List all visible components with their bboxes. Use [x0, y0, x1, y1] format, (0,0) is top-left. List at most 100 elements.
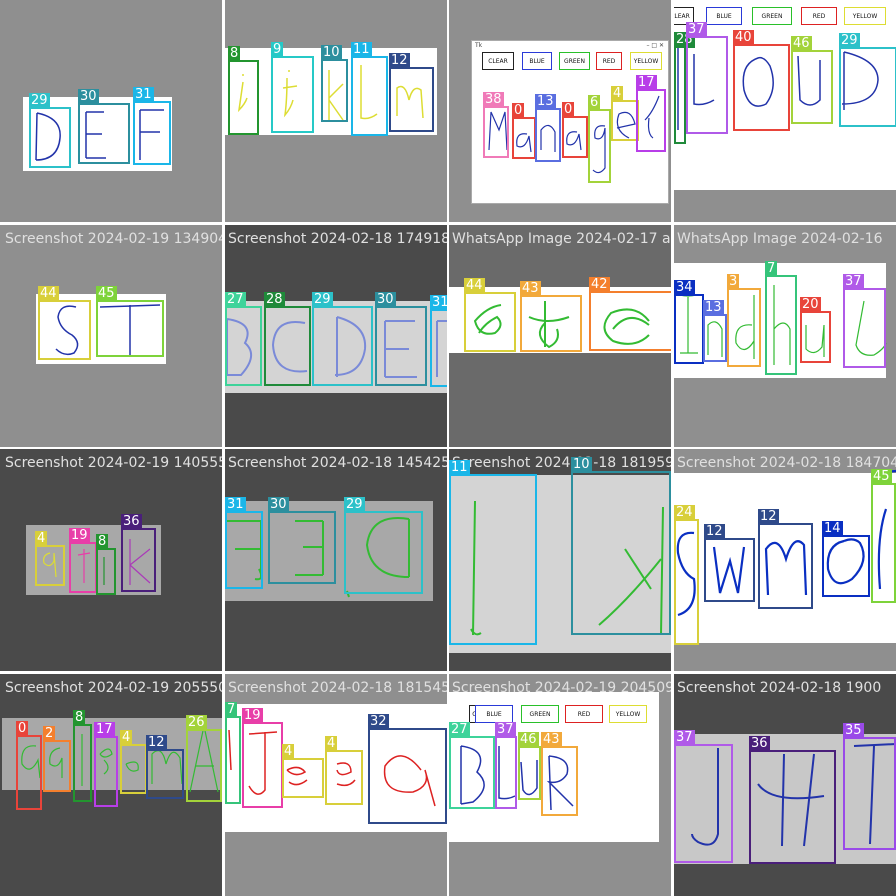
bounding-box: 20 — [800, 297, 831, 363]
tile-bcdef: Screenshot 2024-02-18 174918.png 27 28 2… — [225, 225, 447, 447]
bounding-box: 30 — [375, 292, 427, 386]
class-label: 45 — [871, 469, 892, 485]
bounding-box: 38 — [483, 92, 509, 158]
class-label: 35 — [843, 723, 864, 739]
bounding-box: 6 — [588, 95, 611, 183]
bounding-box: 29 — [29, 93, 71, 168]
class-label: 8 — [96, 534, 109, 550]
bounding-box: 12 — [704, 524, 755, 602]
bounding-box: 19 — [242, 708, 283, 808]
class-label: 29 — [312, 292, 333, 308]
class-label: 11 — [449, 460, 470, 476]
class-label: 4 — [35, 531, 48, 547]
class-label: 4 — [120, 730, 133, 746]
class-label: 29 — [344, 497, 365, 513]
tile-green-letters: WhatsApp Image 2024-02-17 at 12.15.34 AM… — [449, 225, 671, 447]
class-label: 32 — [368, 714, 389, 730]
class-label: 10 — [321, 45, 342, 61]
bounding-box: 26 — [186, 715, 222, 802]
bounding-box: 0 — [512, 103, 536, 159]
bounding-box: 44 — [464, 278, 516, 352]
class-label: 43 — [520, 281, 541, 297]
class-label: 40 — [733, 30, 754, 46]
bounding-box: 34 — [674, 280, 704, 364]
bounding-box: 36 — [121, 514, 156, 592]
bounding-box: 0 — [562, 102, 588, 158]
class-label: 11 — [351, 42, 372, 58]
bounding-box: 13 — [535, 94, 561, 162]
class-label: 44 — [38, 286, 59, 302]
class-label: 3 — [727, 274, 740, 290]
bounding-box: 46 — [518, 732, 541, 800]
class-label: 31 — [133, 87, 154, 103]
class-label: 46 — [518, 732, 539, 748]
bounding-box: 37 — [674, 730, 733, 863]
class-label: 10 — [571, 457, 592, 473]
bounding-box: 28 — [674, 32, 695, 144]
class-label: 38 — [483, 92, 504, 108]
class-label: 4 — [325, 736, 338, 752]
bounding-box: 9 — [271, 42, 314, 133]
bounding-box: 3 — [727, 274, 761, 367]
class-label: 0 — [512, 103, 525, 119]
bounding-box: 24 — [674, 505, 699, 645]
bounding-box: 17 — [94, 722, 118, 807]
class-label: 19 — [69, 528, 90, 544]
bounding-box: 7 — [765, 261, 797, 375]
class-label: 36 — [749, 736, 770, 752]
bounding-box: 12 — [146, 735, 184, 799]
bounding-box: 11 — [351, 42, 388, 136]
class-label: 12 — [758, 509, 779, 525]
tile-blur: Screenshot 2024-02-19 204509.png CLEAR B… — [449, 674, 671, 896]
bounding-box: 29 — [312, 292, 373, 386]
bounding-box: 29 — [344, 497, 423, 594]
class-label: 13 — [703, 300, 724, 316]
class-label: 31 — [225, 497, 246, 513]
bounding-box: 17 — [636, 75, 666, 152]
bounding-box: 31 — [133, 87, 171, 165]
bounding-box: 36 — [749, 736, 836, 864]
class-label: 30 — [78, 89, 99, 105]
class-label: 17 — [94, 722, 115, 738]
bounding-box: 40 — [733, 30, 790, 131]
tile-red-letters: Screenshot 2024-02-18 181545.png 7 19 4 … — [225, 674, 447, 896]
class-label: 8 — [73, 710, 86, 726]
class-label: 13 — [535, 94, 556, 110]
class-label: 7 — [765, 261, 778, 277]
bounding-box: 32 — [368, 714, 447, 824]
bounding-box: 31 — [225, 497, 263, 589]
class-label: 27 — [225, 292, 246, 308]
tile-green-fed: Screenshot 2024-02-18 145425.png 31 30 2… — [225, 449, 447, 671]
class-label: 27 — [449, 722, 470, 738]
class-label: 34 — [674, 280, 695, 296]
tile-manager: Tk – □ ✕ CLEAR BLUE GREEN RED YELLOW 38 … — [449, 0, 671, 222]
bounding-box: 42 — [589, 277, 671, 351]
bounding-box: 7 — [225, 702, 241, 804]
bounding-box: 37 — [495, 722, 517, 809]
class-label: 7 — [225, 702, 238, 718]
class-label: 28 — [264, 292, 285, 308]
class-label: 14 — [822, 521, 843, 537]
class-label: 45 — [96, 286, 117, 302]
detection-mosaic: 29 30 31 8 9 10 11 12 Tk – □ ✕ CLEAR BLU… — [0, 0, 896, 896]
class-label: 12 — [704, 524, 725, 540]
bounding-box: 4 — [35, 531, 65, 586]
bounding-box: 45 — [96, 286, 164, 357]
class-label: 30 — [375, 292, 396, 308]
class-label: 29 — [839, 33, 860, 49]
class-label: 24 — [674, 505, 695, 521]
bounding-box: 27 — [225, 292, 262, 386]
bounding-box: 2 — [43, 726, 71, 792]
class-label: 46 — [791, 36, 812, 52]
bounding-box: 44 — [38, 286, 91, 360]
class-label: 0 — [562, 102, 575, 118]
bounding-box: 45 — [871, 469, 896, 603]
class-label: 4 — [611, 86, 624, 102]
bounding-box: 28 — [264, 292, 311, 386]
bounding-box: 4 — [120, 730, 147, 794]
class-label: 37 — [674, 730, 695, 746]
class-label: 44 — [464, 278, 485, 294]
tile-loud: CLEAR BLUE GREEN RED YELLOW 28 37 40 46 … — [674, 0, 896, 222]
bounding-box: 27 — [449, 722, 495, 809]
class-label: 26 — [186, 715, 207, 731]
